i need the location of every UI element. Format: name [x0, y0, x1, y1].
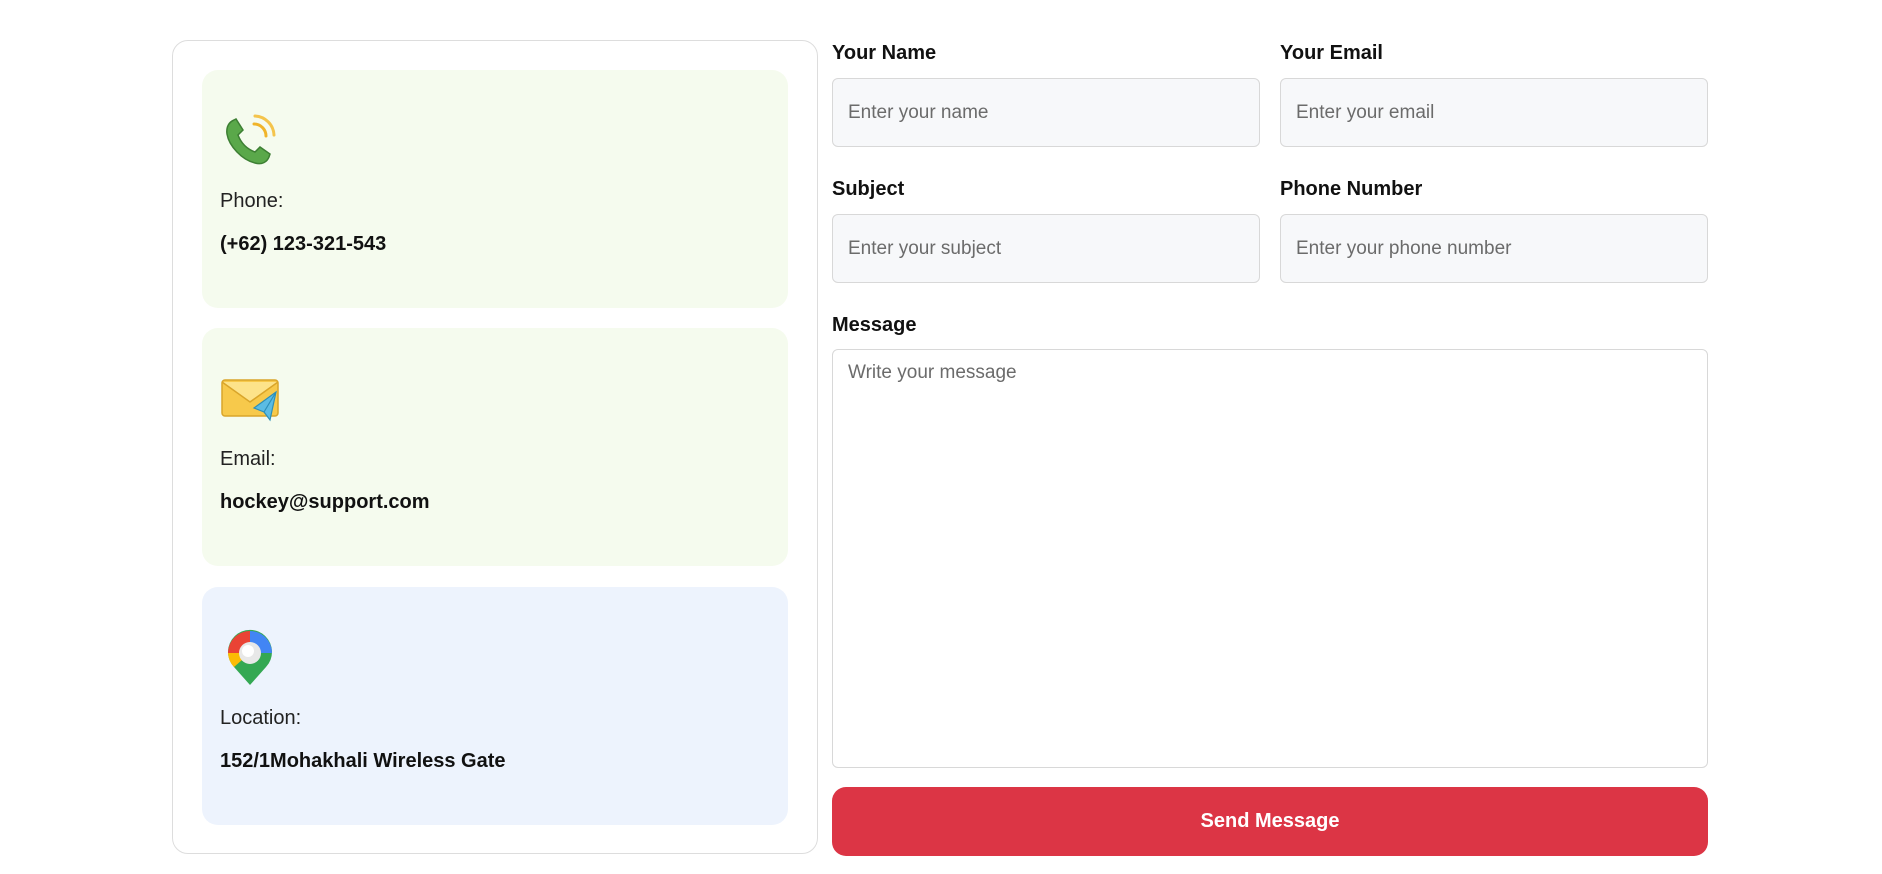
subject-input[interactable]: [832, 214, 1260, 283]
email-value: hockey@support.com: [220, 491, 430, 513]
envelope-paper-plane-icon: [220, 368, 280, 428]
message-label: Message: [832, 314, 917, 336]
email-label: Email:: [220, 448, 276, 470]
send-message-button[interactable]: Send Message: [832, 787, 1708, 856]
email-field-label: Your Email: [1280, 42, 1383, 64]
name-label: Your Name: [832, 42, 937, 64]
map-pin-icon: [220, 627, 280, 687]
phone-value: (+62) 123-321-543: [220, 233, 387, 255]
phone-ringing-icon: [220, 110, 280, 170]
phone-number-label: Phone Number: [1280, 178, 1423, 200]
phone-label: Phone:: [220, 190, 284, 212]
message-textarea[interactable]: [832, 349, 1708, 768]
phone-number-input[interactable]: [1280, 214, 1708, 283]
contact-page: Phone: (+62) 123-321-543 Email: hockey@s…: [0, 0, 1882, 874]
email-input[interactable]: [1280, 78, 1708, 147]
name-input[interactable]: [832, 78, 1260, 147]
location-card: Location: 152/1Mohakhali Wireless Gate: [202, 587, 788, 825]
contact-info-panel: Phone: (+62) 123-321-543 Email: hockey@s…: [172, 40, 818, 854]
subject-label: Subject: [832, 178, 905, 200]
phone-card: Phone: (+62) 123-321-543: [202, 70, 788, 308]
location-label: Location:: [220, 707, 302, 729]
location-value: 152/1Mohakhali Wireless Gate: [220, 750, 506, 772]
email-card: Email: hockey@support.com: [202, 328, 788, 566]
